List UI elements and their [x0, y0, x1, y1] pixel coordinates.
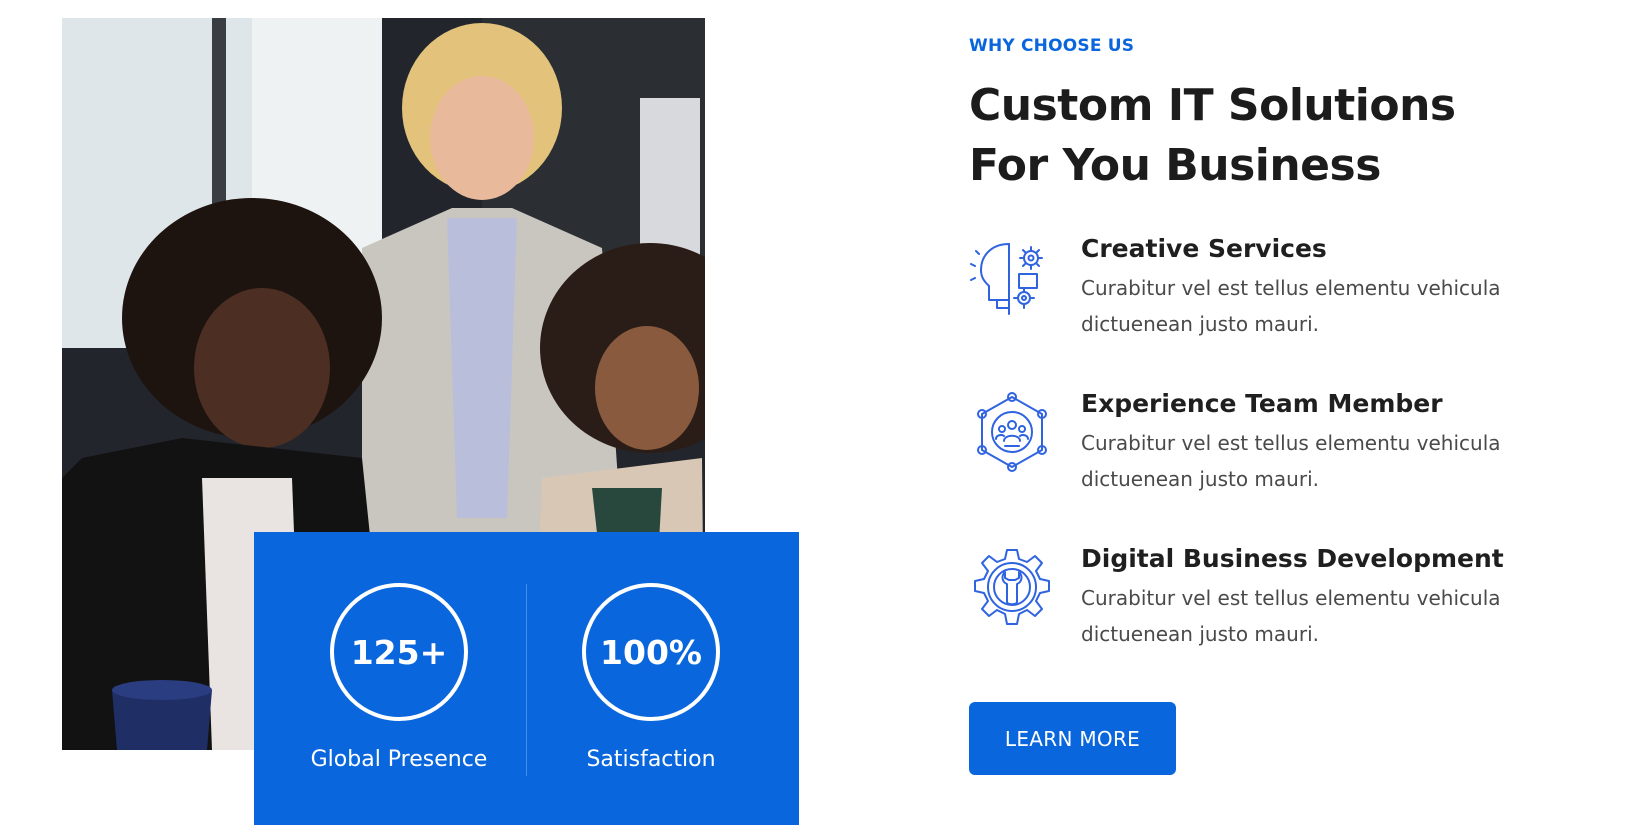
team-network-icon	[969, 389, 1055, 475]
stat-label: Satisfaction	[586, 747, 716, 772]
gear-wrench-icon	[969, 544, 1055, 630]
feature-description: Curabitur vel est tellus elementu vehicu…	[1081, 425, 1601, 497]
learn-more-button[interactable]: LEARN MORE	[969, 702, 1176, 775]
section-eyebrow: WHY CHOOSE US	[969, 36, 1135, 56]
stat-value-ring: 125+	[330, 583, 468, 721]
feature-description: Curabitur vel est tellus elementu vehicu…	[1081, 270, 1601, 342]
stat-value-ring: 100%	[582, 583, 720, 721]
feature-description-line1: Curabitur vel est tellus elementu vehicu…	[1081, 586, 1501, 610]
stat-label: Global Presence	[310, 747, 488, 772]
stat-global-presence: 125+ Global Presence	[274, 583, 524, 772]
feature-description-line1: Curabitur vel est tellus elementu vehicu…	[1081, 276, 1501, 300]
why-choose-us-section: WHY CHOOSE US Custom IT Solutions For Yo…	[969, 36, 1609, 775]
section-title-line2: For You Business	[969, 140, 1381, 191]
feature-description-line2: dictuenean justo mauri.	[1081, 312, 1319, 336]
feature-description-line2: dictuenean justo mauri.	[1081, 467, 1319, 491]
section-title: Custom IT Solutions For You Business	[969, 76, 1609, 196]
section-title-line1: Custom IT Solutions	[969, 80, 1456, 131]
creative-head-gears-icon	[969, 234, 1055, 320]
feature-title: Creative Services	[1081, 234, 1327, 263]
feature-description: Curabitur vel est tellus elementu vehicu…	[1081, 580, 1601, 652]
feature-title: Digital Business Development	[1081, 544, 1504, 573]
stats-box: 125+ Global Presence 100% Satisfaction	[254, 532, 799, 825]
feature-title: Experience Team Member	[1081, 389, 1443, 418]
feature-description-line1: Curabitur vel est tellus elementu vehicu…	[1081, 431, 1501, 455]
stat-satisfaction: 100% Satisfaction	[526, 583, 776, 772]
feature-description-line2: dictuenean justo mauri.	[1081, 622, 1319, 646]
